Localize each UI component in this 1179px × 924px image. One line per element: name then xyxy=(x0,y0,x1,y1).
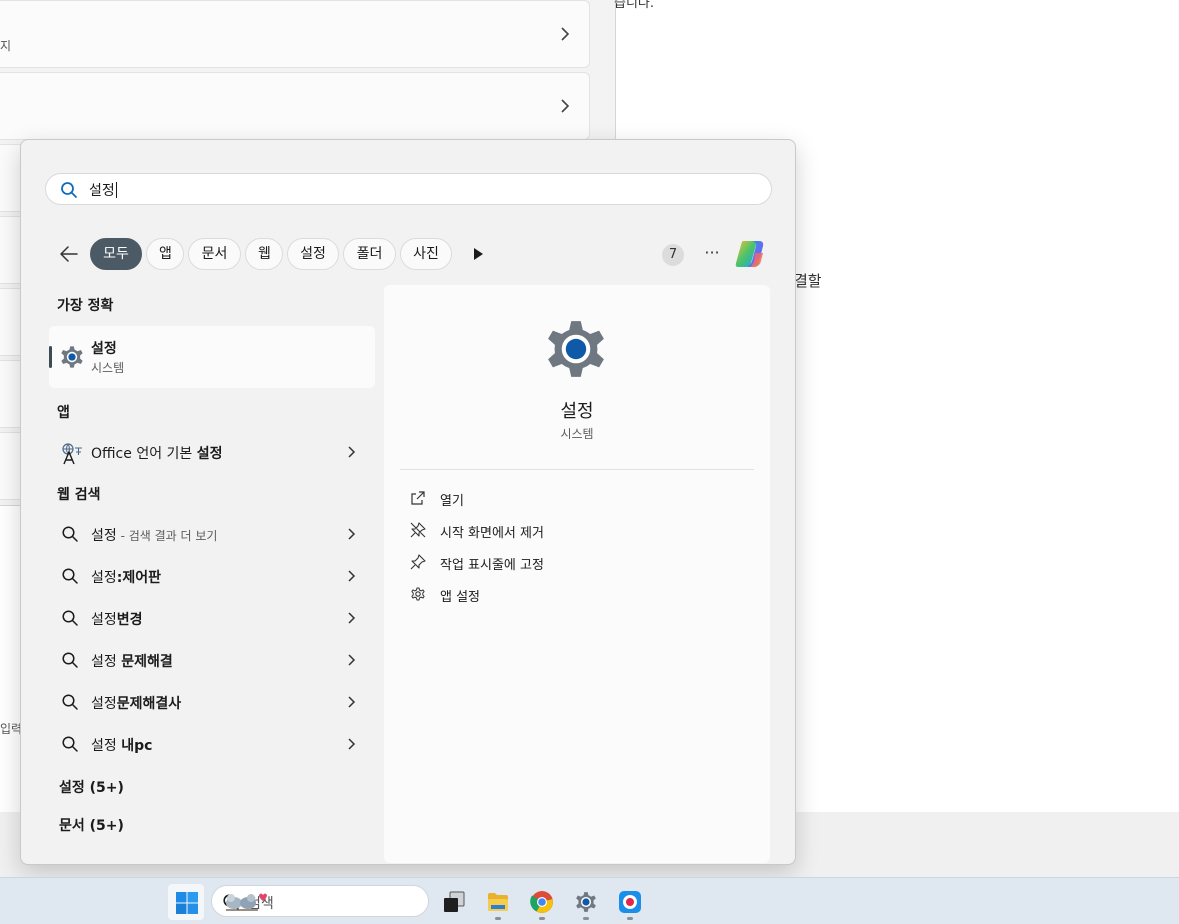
screen-recorder-icon xyxy=(619,891,641,913)
web-result-label: 설정:제어판 xyxy=(91,570,162,586)
task-view-icon xyxy=(444,891,465,912)
start-search-panel: 설정 모두 앱 문서 웹 설정 폴더 사진 7 ··· 가장 정확 설정 시스템… xyxy=(20,139,796,865)
pin-icon xyxy=(410,554,426,570)
background-text: 입력 xyxy=(0,722,23,736)
more-options-icon[interactable]: ··· xyxy=(701,244,723,264)
unpin-icon xyxy=(410,522,426,538)
background-card[interactable] xyxy=(0,72,590,140)
chevron-right-icon xyxy=(348,446,356,458)
filter-chip-apps[interactable]: 앱 xyxy=(146,238,184,270)
taskbar: 검색 xyxy=(0,877,1179,924)
best-match-subtitle: 시스템 xyxy=(91,361,125,375)
best-match-title: 설정 xyxy=(91,341,117,357)
action-unpin-start[interactable]: 시작 화면에서 제거 xyxy=(410,518,740,542)
filter-chip-all[interactable]: 모두 xyxy=(90,238,142,270)
chrome-button[interactable] xyxy=(523,883,561,921)
search-icon xyxy=(62,526,78,542)
filter-chip-documents[interactable]: 문서 xyxy=(188,238,241,270)
search-icon xyxy=(62,736,78,752)
task-view-button[interactable] xyxy=(435,883,473,921)
web-result-label: 설정 문제해결 xyxy=(91,654,173,670)
web-result-item[interactable]: 설정 문제해결 xyxy=(49,641,375,679)
search-icon xyxy=(62,568,78,584)
selection-indicator xyxy=(49,346,52,368)
running-indicator xyxy=(583,917,589,920)
detail-title: 설정 xyxy=(560,401,594,422)
settings-gear-icon xyxy=(61,346,83,368)
web-result-label: 설정 내pc xyxy=(91,738,153,754)
chevron-right-icon xyxy=(348,612,356,624)
web-result-item[interactable]: 설정:제어판 xyxy=(49,557,375,595)
settings-gear-icon xyxy=(576,892,596,912)
web-result-label: 설정 - 검색 결과 더 보기 xyxy=(91,528,218,544)
text-caret xyxy=(115,182,117,198)
best-match-settings-item[interactable]: 설정 시스템 xyxy=(49,326,375,388)
app-result-label: Office 언어 기본 설정 xyxy=(91,446,223,462)
divider xyxy=(400,469,754,470)
taskbar-search-box[interactable]: 검색 xyxy=(211,885,429,917)
filter-chip-folders[interactable]: 폴더 xyxy=(343,238,396,270)
gear-icon xyxy=(411,587,425,601)
search-highlight-birds-icon xyxy=(226,893,267,911)
search-query: 설정 xyxy=(89,182,117,199)
section-title-settings-more[interactable]: 설정 (5+) xyxy=(59,777,124,797)
web-result-label: 설정문제해결사 xyxy=(91,696,182,712)
folder-icon xyxy=(488,893,508,911)
back-arrow-icon[interactable] xyxy=(57,242,81,266)
web-result-item[interactable]: 설정변경 xyxy=(49,599,375,637)
section-title-apps: 앱 xyxy=(57,405,70,421)
settings-app-button[interactable] xyxy=(567,883,605,921)
action-open[interactable]: 열기 xyxy=(410,486,740,510)
running-indicator xyxy=(627,917,633,920)
section-title-web-search: 웹 검색 xyxy=(57,487,101,503)
open-external-icon xyxy=(411,491,425,505)
settings-gear-icon xyxy=(548,321,604,377)
language-settings-icon xyxy=(62,443,82,465)
action-app-settings[interactable]: 앱 설정 xyxy=(410,582,740,606)
search-icon xyxy=(62,652,78,668)
web-result-label: 설정변경 xyxy=(91,612,143,628)
play-icon[interactable] xyxy=(468,244,488,264)
search-icon xyxy=(61,182,77,198)
background-text: 결할 xyxy=(794,272,822,290)
section-title-documents-more[interactable]: 문서 (5+) xyxy=(59,815,124,835)
background-card[interactable]: 지 xyxy=(0,0,590,68)
file-explorer-button[interactable] xyxy=(479,883,517,921)
background-card-text: 지 xyxy=(0,39,12,53)
chevron-right-icon xyxy=(348,528,356,540)
copilot-icon[interactable] xyxy=(733,238,767,270)
chevron-right-icon xyxy=(561,99,570,113)
filter-chip-web[interactable]: 웹 xyxy=(245,238,283,270)
snipping-tool-button[interactable] xyxy=(611,883,649,921)
filter-chip-photos[interactable]: 사진 xyxy=(400,238,452,270)
app-result-office-language[interactable]: Office 언어 기본 설정 xyxy=(49,433,375,471)
chevron-right-icon xyxy=(348,696,356,708)
running-indicator xyxy=(539,917,545,920)
search-icon xyxy=(62,610,78,626)
web-result-item[interactable]: 설정문제해결사 xyxy=(49,683,375,721)
running-indicator xyxy=(495,917,501,920)
result-count-badge[interactable]: 7 xyxy=(662,244,684,266)
windows-logo-icon xyxy=(176,892,198,914)
start-button[interactable] xyxy=(167,883,205,921)
search-input[interactable]: 설정 xyxy=(45,173,772,205)
result-detail-pane: 설정 시스템 열기 시작 화면에서 제거 작업 표시줄에 고정 앱 설정 xyxy=(384,285,770,863)
chevron-right-icon xyxy=(348,738,356,750)
chevron-right-icon xyxy=(348,570,356,582)
search-icon xyxy=(62,694,78,710)
chrome-icon xyxy=(530,891,553,913)
section-title-best-match: 가장 정확 xyxy=(57,298,114,314)
chevron-right-icon xyxy=(561,27,570,41)
action-pin-taskbar[interactable]: 작업 표시줄에 고정 xyxy=(410,550,740,574)
web-result-item[interactable]: 설정 내pc xyxy=(49,725,375,763)
background-text: 습니다. xyxy=(614,0,655,11)
web-result-item[interactable]: 설정 - 검색 결과 더 보기 xyxy=(49,515,375,553)
filter-chip-settings[interactable]: 설정 xyxy=(287,238,339,270)
chevron-right-icon xyxy=(348,654,356,666)
detail-subtitle: 시스템 xyxy=(560,427,594,441)
